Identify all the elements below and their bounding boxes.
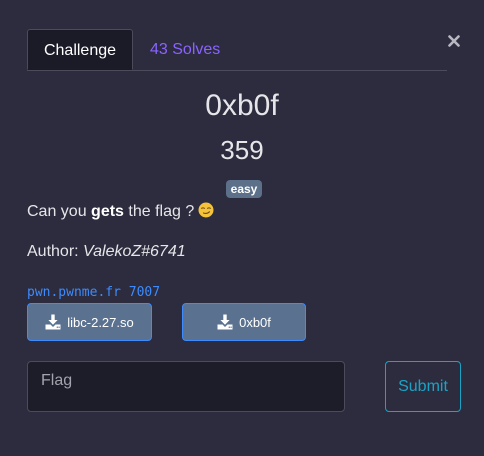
description-bold: gets [91,203,124,220]
download-icon [217,314,233,330]
download-libc-button[interactable]: libc-2.27.so [27,303,152,341]
smirking-face-icon [198,202,214,218]
file-label: 0xb0f [239,314,271,330]
tab-challenge[interactable]: Challenge [27,29,133,70]
description-prefix: Can you [27,203,92,220]
challenge-description: Can you gets the flag ? [27,202,214,222]
download-icon [45,314,61,330]
download-binary-button[interactable]: 0xb0f [182,303,306,341]
challenge-name: 0xb0f [205,89,279,122]
flag-input[interactable] [27,361,345,412]
author-prefix: Author: [27,243,84,260]
description-suffix: the flag ? [123,203,195,220]
challenge-points: 359 [220,135,264,165]
close-button[interactable] [444,30,464,52]
tab-solves[interactable]: 43 Solves [150,29,220,70]
close-icon [448,35,460,47]
file-label: libc-2.27.so [67,314,134,330]
author-name: ValekoZ#6741 [83,243,186,260]
connection-info: pwn.pwnme.fr 7007 [27,285,161,300]
challenge-author: Author: ValekoZ#6741 [27,242,186,262]
challenge-modal: Challenge 43 Solves 0xb0f 359 easy Can y… [0,0,484,456]
submit-button[interactable]: Submit [385,361,461,412]
challenge-tabs: Challenge 43 Solves [27,29,447,71]
difficulty-badge: easy [226,180,262,198]
